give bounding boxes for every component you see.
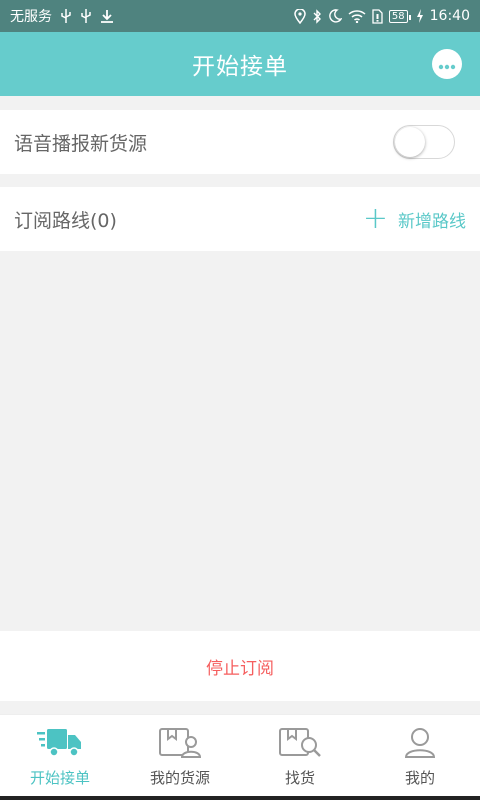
plus-icon: +	[362, 201, 388, 236]
voice-broadcast-row: 语音播报新货源	[0, 110, 480, 174]
tab-start-orders[interactable]: 开始接单	[0, 715, 120, 800]
status-bar: 无服务 58 16:40	[0, 0, 480, 32]
bottom-tab-bar: 开始接单 我的货源 找货 我的	[0, 714, 480, 800]
stop-subscription-bar[interactable]: 停止订阅	[0, 631, 480, 701]
wifi-icon	[348, 9, 366, 23]
box-user-icon	[158, 727, 202, 759]
status-time: 16:40	[429, 8, 470, 24]
tab-me[interactable]: 我的	[360, 715, 480, 800]
tab-label: 我的货源	[149, 769, 210, 787]
tab-label: 开始接单	[29, 769, 90, 787]
subscribed-routes-label: 订阅路线(0)	[14, 209, 117, 232]
carrier-text: 无服务	[10, 9, 52, 25]
moon-icon	[328, 9, 342, 23]
chat-button[interactable]	[432, 49, 462, 79]
bluetooth-icon	[312, 8, 322, 24]
tab-my-cargo[interactable]: 我的货源	[120, 715, 240, 800]
tab-label: 我的	[404, 769, 435, 787]
usb-icon	[60, 9, 72, 23]
box-search-icon	[278, 727, 322, 759]
tab-find-cargo[interactable]: 找货	[240, 715, 360, 800]
bottom-edge	[0, 796, 480, 800]
page-title: 开始接单	[192, 54, 288, 80]
usb-icon	[80, 9, 92, 23]
tab-label: 找货	[284, 769, 315, 787]
chat-icon	[438, 55, 456, 74]
add-route-button[interactable]: + 新增路线	[363, 187, 466, 251]
stop-subscription-button[interactable]: 停止订阅	[206, 654, 274, 679]
subscribed-routes-row: 订阅路线(0) + 新增路线	[0, 187, 480, 251]
voice-broadcast-label: 语音播报新货源	[14, 132, 148, 155]
toggle-knob	[395, 127, 425, 157]
truck-icon	[37, 727, 83, 759]
battery-level: 58	[391, 10, 405, 22]
sim-icon	[372, 8, 383, 24]
person-icon	[403, 727, 437, 759]
charging-icon	[416, 9, 424, 23]
top-app-bar: 开始接单	[0, 32, 480, 96]
battery-icon: 58	[388, 9, 411, 23]
location-icon	[294, 8, 306, 24]
voice-broadcast-toggle[interactable]	[393, 125, 455, 159]
add-route-label: 新增路线	[398, 211, 466, 232]
download-icon	[100, 9, 114, 23]
